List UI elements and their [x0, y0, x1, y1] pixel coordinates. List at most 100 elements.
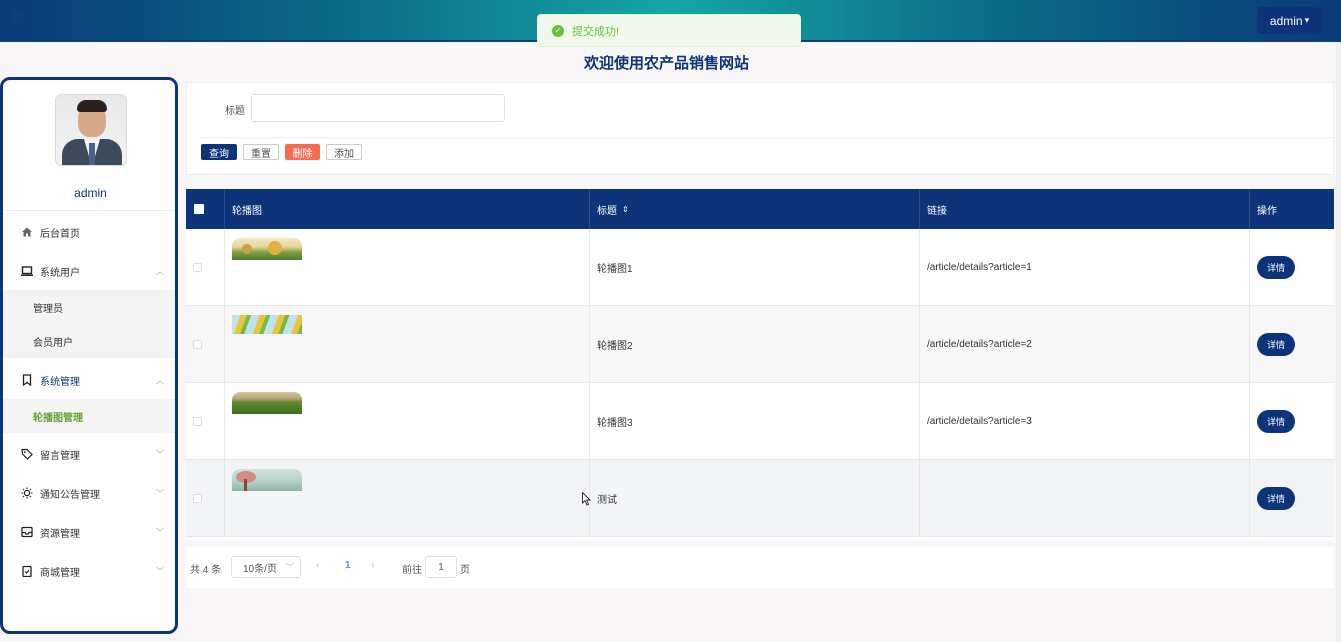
toast-message: 提交成功! — [572, 25, 620, 38]
sidebar-item-notices[interactable]: 通知公告管理 ﹀ — [3, 475, 175, 511]
page-unit-label: 页 — [460, 565, 470, 576]
image-cell — [225, 460, 590, 537]
avatar — [55, 94, 127, 166]
action-cell: 详情 — [1250, 460, 1334, 537]
sidebar-subitem-carousel[interactable]: 轮播图管理 — [3, 399, 175, 433]
table-row: 轮播图2 /article/details?article=2 详情 — [186, 306, 1334, 383]
inbox-icon — [21, 526, 33, 538]
link-cell — [920, 460, 1250, 537]
chevron-down-icon: ﹀ — [156, 527, 164, 537]
image-cell — [225, 306, 590, 383]
row-checkbox[interactable] — [193, 263, 202, 272]
sidebar-item-label: 系统用户 — [40, 267, 80, 279]
row-select-cell — [186, 229, 225, 306]
delete-button[interactable]: 删除 — [285, 144, 320, 160]
chevron-down-icon: ﹀ — [156, 566, 164, 576]
title-cell: 测试 — [590, 460, 920, 537]
image-cell — [225, 229, 590, 306]
sun-icon — [21, 487, 33, 499]
sidebar-item-label: 商城管理 — [40, 567, 80, 579]
sidebar-item-mall[interactable]: 商城管理 ﹀ — [3, 553, 175, 589]
select-all-cell — [186, 189, 225, 229]
column-header-image: 轮播图 — [225, 189, 590, 229]
table-header: 轮播图 标题 ⇕ 链接 操作 — [186, 189, 1334, 229]
sidebar-item-label: 通知公告管理 — [40, 489, 100, 501]
action-cell: 详情 — [1250, 229, 1334, 306]
tag-icon — [21, 448, 33, 460]
sidebar-item-label: 留言管理 — [40, 450, 80, 462]
row-select-cell — [186, 306, 225, 383]
detail-button[interactable]: 详情 — [1257, 487, 1295, 510]
next-page-button[interactable]: › — [371, 560, 374, 571]
detail-button[interactable]: 详情 — [1257, 333, 1295, 356]
reset-button[interactable]: 重置 — [243, 144, 279, 160]
title-cell: 轮播图1 — [590, 229, 920, 306]
prev-page-button[interactable]: ‹ — [316, 560, 319, 571]
title-cell: 轮播图2 — [590, 306, 920, 383]
sidebar-item-home[interactable]: 后台首页 — [3, 214, 175, 250]
add-button[interactable]: 添加 — [326, 144, 362, 160]
select-all-checkbox[interactable] — [194, 204, 204, 214]
sidebar-item-label: 系统管理 — [40, 376, 80, 388]
sort-icon[interactable]: ⇕ — [622, 205, 629, 214]
divider — [200, 137, 1335, 138]
action-cell: 详情 — [1250, 383, 1334, 460]
chevron-up-icon: ︿ — [156, 375, 164, 385]
page-title: 欢迎使用农产品销售网站 — [584, 54, 750, 72]
link-cell: /article/details?article=1 — [920, 229, 1250, 306]
detail-button[interactable]: 详情 — [1257, 410, 1295, 433]
carousel-thumbnail — [232, 392, 302, 414]
row-checkbox[interactable] — [193, 417, 202, 426]
goto-label: 前往 — [402, 565, 422, 576]
column-header-title[interactable]: 标题 ⇕ — [590, 189, 920, 229]
sidebar-item-system-management[interactable]: 系统管理 ︿ — [3, 362, 175, 398]
query-button[interactable]: 查询 — [201, 144, 237, 160]
chevron-up-icon: ︿ — [156, 266, 164, 276]
page-scrollbar[interactable] — [1336, 42, 1341, 642]
user-menu-button[interactable]: admin ▾ — [1257, 7, 1322, 34]
sidebar-item-label: 资源管理 — [40, 528, 80, 540]
sidebar-item-messages[interactable]: 留言管理 ﹀ — [3, 436, 175, 472]
pagination: 共 4 条 10条/页 ﹀ ‹ 1 › 前往 页 — [186, 547, 1334, 588]
sidebar-user-name: admin — [74, 186, 107, 200]
sidebar: admin 后台首页 系统用户 ︿ 管理员 会员用户 系统管理 ︿ 轮播图管理 … — [0, 77, 178, 634]
carousel-table: 轮播图 标题 ⇕ 链接 操作 轮播图1 /article/details?art… — [186, 189, 1334, 540]
sidebar-item-system-users[interactable]: 系统用户 ︿ — [3, 253, 175, 289]
chevron-down-icon: ▾ — [1304, 15, 1310, 25]
clipboard-check-icon — [22, 565, 32, 577]
home-icon — [22, 227, 32, 237]
title-cell: 轮播图3 — [590, 383, 920, 460]
sidebar-subitem-members[interactable]: 会员用户 — [3, 324, 175, 358]
image-cell — [225, 383, 590, 460]
chevron-down-icon: ﹀ — [156, 488, 164, 498]
sidebar-item-resources[interactable]: 资源管理 ﹀ — [3, 514, 175, 550]
page-size-select[interactable]: 10条/页 ﹀ — [231, 556, 301, 578]
total-count: 共 4 条 — [190, 565, 222, 576]
bookmark-icon — [22, 374, 32, 386]
menu-grid-icon[interactable] — [13, 12, 28, 27]
success-toast: ✓ 提交成功! — [537, 14, 801, 47]
link-cell: /article/details?article=3 — [920, 383, 1250, 460]
sidebar-subitem-admins[interactable]: 管理员 — [3, 290, 175, 324]
check-circle-icon: ✓ — [552, 24, 564, 37]
table-row: 轮播图1 /article/details?article=1 详情 — [186, 229, 1334, 306]
row-checkbox[interactable] — [193, 494, 202, 503]
link-cell: /article/details?article=2 — [920, 306, 1250, 383]
action-cell: 详情 — [1250, 306, 1334, 383]
sidebar-item-label: 后台首页 — [40, 228, 80, 240]
chevron-down-icon: ﹀ — [286, 562, 294, 572]
search-panel: 标题 查询 重置 删除 添加 — [186, 82, 1335, 175]
table-row: 轮播图3 /article/details?article=3 详情 — [186, 383, 1334, 460]
title-filter-label: 标题 — [225, 106, 245, 117]
page-size-value: 10条/页 — [243, 563, 277, 575]
chevron-down-icon: ﹀ — [156, 449, 164, 459]
page-number-current[interactable]: 1 — [345, 560, 351, 571]
row-checkbox[interactable] — [193, 340, 202, 349]
detail-button[interactable]: 详情 — [1257, 256, 1295, 279]
title-filter-input[interactable] — [251, 94, 505, 122]
row-select-cell — [186, 383, 225, 460]
column-header-title-label: 标题 — [597, 205, 617, 217]
goto-page-input[interactable] — [425, 556, 457, 578]
divider — [3, 210, 175, 211]
column-header-actions: 操作 — [1257, 205, 1277, 217]
